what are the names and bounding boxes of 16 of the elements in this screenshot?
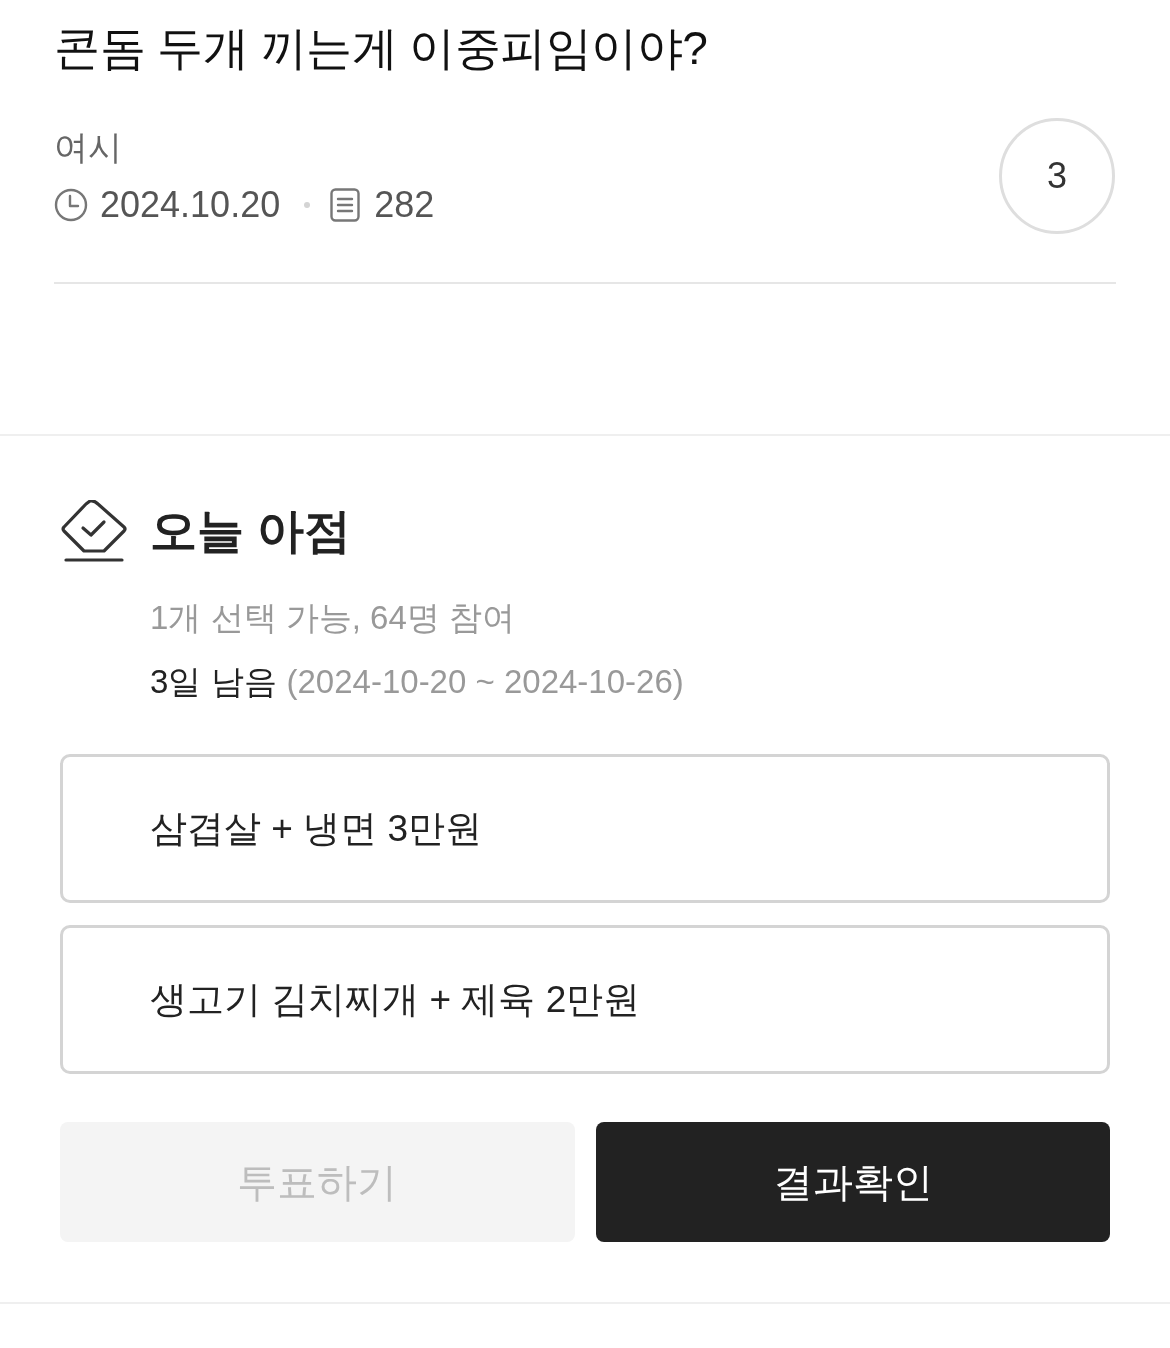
view-count: 282 [374,183,435,227]
results-button[interactable]: 결과확인 [595,1122,1110,1242]
poll-title: 오늘 아점 [150,503,352,559]
author-name: 여시 [54,127,123,168]
comment-count-button[interactable]: 3 [999,118,1115,234]
clock-icon [54,188,88,222]
poll-period: (2024-10-20 ~ 2024-10-26) [286,662,684,702]
poll-option[interactable]: 생고기 김치찌개 + 제육 2만원 [60,925,1110,1074]
poll-option[interactable]: 삼겹살 + 냉면 3만원 [60,754,1110,903]
poll-info: 1개 선택 가능, 64명 참여 [150,598,516,638]
separator-dot-icon [304,202,311,208]
post-date: 2024.10.20 [100,183,281,227]
poll-icon [60,500,128,562]
post-title: 콘돔 두개 끼는게 이중피임이야? [54,21,709,76]
remaining-time: 3일 남음 [150,662,277,702]
document-icon [330,188,361,222]
